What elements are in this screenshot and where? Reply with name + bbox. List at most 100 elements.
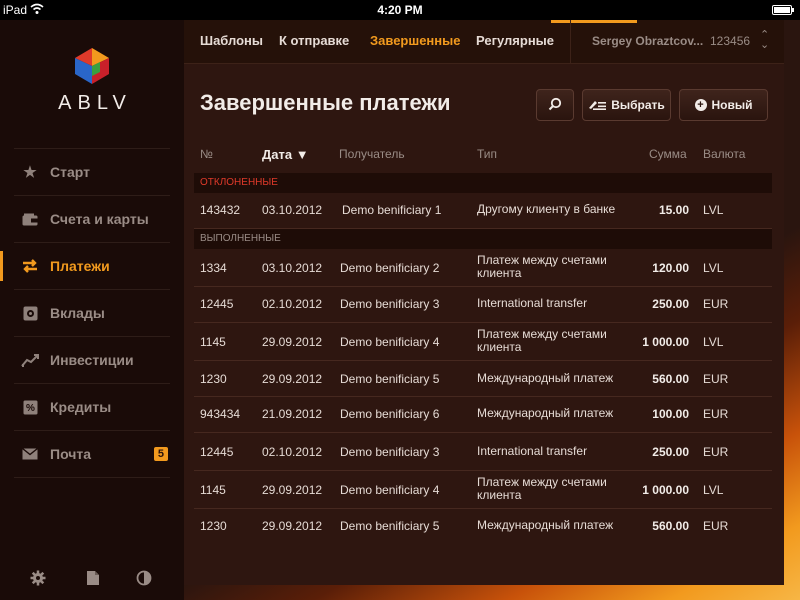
sidebar-item-label: Инвестиции	[50, 352, 134, 368]
cell-date: 29.09.2012	[262, 372, 323, 386]
top-navigation: Шаблоны К отправке Завершенные Регулярны…	[184, 20, 784, 64]
column-type[interactable]: Тип	[477, 147, 497, 161]
svg-text:%: %	[26, 403, 35, 414]
table-row[interactable]: 1230 29.09.2012 Demo benificiary 5 Между…	[194, 509, 772, 545]
cell-recipient: Demo benificiary 3	[340, 445, 440, 459]
cell-number: 1230	[200, 519, 227, 533]
select-button-label: Выбрать	[611, 98, 665, 112]
column-date[interactable]: Дата ▼	[262, 147, 309, 162]
cell-date: 29.09.2012	[262, 519, 323, 533]
document-icon[interactable]	[84, 570, 102, 588]
group-header-rejected: ОТКЛОНЕННЫЕ	[194, 173, 772, 193]
cell-type: Платеж между счетами клиента	[477, 253, 607, 280]
percent-icon: %	[18, 398, 42, 416]
table-row[interactable]: 943434 21.09.2012 Demo benificiary 6 Меж…	[194, 397, 772, 433]
sidebar-item-label: Почта	[50, 446, 92, 462]
cell-number: 12445	[200, 445, 234, 459]
sidebar-divider	[14, 477, 170, 478]
cell-recipient: Demo benificiary 3	[340, 297, 440, 311]
cell-date: 21.09.2012	[262, 407, 323, 421]
cell-recipient: Demo benificiary 6	[340, 407, 440, 421]
table-header: № Дата ▼ Получатель Тип Сумма Валюта	[184, 144, 784, 164]
cell-date: 29.09.2012	[262, 483, 323, 497]
contrast-icon[interactable]	[135, 570, 153, 588]
cell-type: Международный платеж	[477, 406, 614, 420]
table-row[interactable]: 1145 29.09.2012 Demo benificiary 4 Плате…	[194, 323, 772, 361]
page-title: Завершенные платежи	[200, 90, 451, 115]
status-bar: iPad 4:20 PM	[0, 0, 800, 20]
sidebar-item-label: Платежи	[50, 258, 110, 274]
cell-currency: EUR	[703, 372, 729, 386]
tab-templates[interactable]: Шаблоны	[200, 33, 263, 48]
star-icon: ★	[23, 164, 37, 181]
sidebar-item-mail[interactable]: Почта 5	[14, 430, 170, 477]
search-icon	[548, 97, 562, 114]
user-number[interactable]: 123456	[710, 34, 750, 48]
cell-currency: EUR	[703, 519, 729, 533]
cell-type: Другому клиенту в банке	[477, 202, 616, 216]
sidebar-item-credits[interactable]: % Кредиты	[14, 383, 170, 430]
cell-number: 1230	[200, 372, 227, 386]
user-name[interactable]: Sergey Obraztcov...	[592, 34, 703, 48]
chevron-updown-icon[interactable]: ⌃ ⌄	[760, 30, 769, 51]
sidebar-footer	[0, 570, 184, 590]
sidebar-item-payments[interactable]: Платежи	[0, 242, 170, 289]
cell-recipient: Demo benificiary 1	[342, 203, 442, 217]
transfer-arrows-icon	[18, 257, 42, 275]
tab-completed[interactable]: Завершенные	[370, 33, 460, 48]
table-row[interactable]: 1230 29.09.2012 Demo benificiary 5 Между…	[194, 361, 772, 397]
cell-type: Международный платеж	[477, 518, 614, 532]
cell-amount: 250.00	[652, 445, 689, 459]
column-amount[interactable]: Сумма	[649, 147, 687, 161]
new-button-label: Новый	[711, 98, 753, 112]
table-row[interactable]: 1334 03.10.2012 Demo benificiary 2 Плате…	[194, 249, 772, 287]
cell-number: 143432	[200, 203, 241, 217]
divider	[570, 20, 571, 64]
column-recipient[interactable]: Получатель	[339, 147, 405, 161]
tab-recurring[interactable]: Регулярные	[476, 33, 554, 48]
sidebar-item-deposits[interactable]: Вклады	[14, 289, 170, 336]
sidebar-item-start[interactable]: ★ Старт	[14, 148, 170, 195]
sidebar-item-accounts[interactable]: Счета и карты	[14, 195, 170, 242]
column-number[interactable]: №	[200, 147, 213, 161]
table-row[interactable]: 12445 02.10.2012 Demo benificiary 3 Inte…	[194, 287, 772, 323]
cell-recipient: Demo benificiary 2	[340, 261, 440, 275]
settings-icon[interactable]	[29, 570, 47, 588]
cell-date: 03.10.2012	[262, 261, 323, 275]
cell-type: International transfer	[477, 296, 588, 310]
cell-date: 03.10.2012	[262, 203, 323, 217]
cell-currency: EUR	[703, 445, 729, 459]
cell-currency: EUR	[703, 407, 729, 421]
search-button[interactable]	[536, 89, 574, 121]
cell-recipient: Demo benificiary 4	[340, 335, 440, 349]
cell-amount: 15.00	[658, 203, 689, 217]
cell-number: 943434	[200, 407, 241, 421]
unread-badge: 5	[153, 447, 168, 461]
cell-amount: 1 000.00	[642, 335, 689, 349]
sidebar-item-investments[interactable]: Инвестиции	[14, 336, 170, 383]
cell-amount: 100.00	[652, 407, 689, 421]
group-header-completed: ВЫПОЛНЕННЫЕ	[194, 229, 772, 249]
active-tab-indicator	[551, 20, 637, 23]
cell-currency: LVL	[703, 261, 724, 275]
sidebar-nav: ★ Старт Счета и карты Платежи Вклады Инв…	[0, 148, 170, 478]
main-panel: Шаблоны К отправке Завершенные Регулярны…	[184, 20, 784, 585]
plus-icon: +	[694, 99, 707, 111]
cell-currency: EUR	[703, 297, 729, 311]
cell-recipient: Demo benificiary 5	[340, 372, 440, 386]
new-payment-button[interactable]: + Новый	[679, 89, 768, 121]
logo-icon	[75, 48, 109, 84]
tab-outgoing[interactable]: К отправке	[279, 33, 349, 48]
cell-amount: 120.00	[652, 261, 689, 275]
table-row[interactable]: 143432 03.10.2012 Demo benificiary 1 Дру…	[194, 193, 772, 229]
select-button[interactable]: Выбрать	[582, 89, 671, 121]
cell-amount: 560.00	[652, 372, 689, 386]
table-row[interactable]: 12445 02.10.2012 Demo benificiary 3 Inte…	[194, 433, 772, 471]
cell-number: 1145	[200, 483, 226, 497]
table-row[interactable]: 1145 29.09.2012 Demo benificiary 4 Плате…	[194, 471, 772, 509]
cell-date: 02.10.2012	[262, 445, 323, 459]
battery-icon	[772, 5, 794, 15]
column-currency[interactable]: Валюта	[703, 147, 745, 161]
mail-icon	[18, 445, 42, 463]
sidebar-item-label: Кредиты	[50, 399, 112, 415]
